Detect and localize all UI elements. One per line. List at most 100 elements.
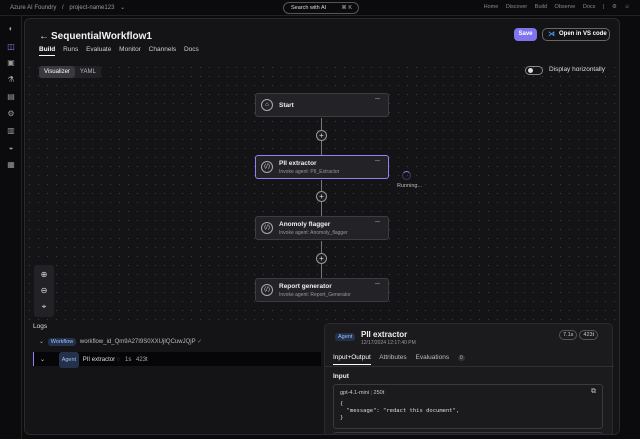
agent-name: PII extractor bbox=[82, 357, 116, 363]
workflow-id: workflow_id_Qm9A27I9S0XXUjIQCuwJQjP bbox=[79, 339, 196, 345]
save-button[interactable]: Save bbox=[514, 28, 537, 41]
lab-icon[interactable]: ⚗ bbox=[6, 75, 16, 84]
data-icon[interactable]: ▤ bbox=[6, 92, 16, 101]
input-code-block: gpt-4.1-mini | 250t ⧉ { "message": "reda… bbox=[333, 384, 603, 429]
page-tabs: Build Runs Evaluate Monitor Channels Doc… bbox=[39, 46, 205, 56]
tab-runs[interactable]: Runs bbox=[63, 46, 78, 53]
node-pii-extractor[interactable]: ⟨/⟩ PII extractor Invoke agent: PII_Extr… bbox=[255, 155, 389, 179]
node-menu-icon[interactable]: ─ bbox=[375, 96, 380, 103]
detail-timestamp: 12/17/2024 12:17:40 PM bbox=[361, 340, 416, 346]
success-check-icon: ✓ bbox=[197, 339, 203, 345]
back-arrow-icon[interactable]: ← bbox=[39, 31, 49, 42]
node-subtitle: Invoke agent: Report_Generator bbox=[279, 292, 351, 298]
open-in-vscode-button[interactable]: ⋊ Open in VS code bbox=[542, 28, 610, 41]
agent-icon: ⟨/⟩ bbox=[261, 161, 273, 173]
running-status: Running... bbox=[397, 183, 423, 189]
model-name: gpt-4.1-mini bbox=[340, 390, 370, 396]
search-label: Search with AI bbox=[291, 5, 327, 11]
evaluations-count-badge: 0 bbox=[457, 355, 465, 361]
node-start[interactable]: ⌂ Start ─ bbox=[255, 93, 389, 117]
nav-observe[interactable]: Observe bbox=[555, 4, 576, 10]
agents-icon[interactable]: ◫ bbox=[6, 42, 16, 51]
tab-input-output[interactable]: Input+Output bbox=[333, 354, 371, 365]
nav-build[interactable]: Build bbox=[535, 4, 547, 10]
vscode-icon: ⋊ bbox=[548, 31, 555, 38]
duration-badge: 7.1s bbox=[559, 330, 578, 340]
agent-duration: 1s bbox=[125, 357, 132, 363]
copy-icon[interactable]: ⧉ bbox=[591, 388, 596, 396]
add-step-button[interactable]: + bbox=[316, 130, 327, 141]
tab-docs[interactable]: Docs bbox=[184, 46, 199, 53]
tools-icon[interactable]: ⚙ bbox=[6, 109, 16, 118]
search-input[interactable]: Search with AI ⌘ K bbox=[283, 2, 359, 14]
tab-attributes[interactable]: Attributes bbox=[379, 354, 406, 361]
node-anomoly-flagger[interactable]: ⟨/⟩ Anomoly flagger Invoke agent: Anomol… bbox=[255, 216, 389, 240]
open-in-vscode-label: Open in VS code bbox=[559, 31, 607, 37]
node-menu-icon[interactable]: ─ bbox=[375, 219, 380, 226]
model-tokens: 250t bbox=[373, 390, 385, 396]
detail-metrics: 7.1s 423t bbox=[557, 330, 599, 340]
breadcrumb-separator: / bbox=[62, 5, 64, 11]
workflow-pill: Workflow bbox=[47, 338, 77, 346]
output-code-block bbox=[333, 432, 603, 434]
overview-icon[interactable]: ◐ bbox=[6, 24, 16, 33]
node-title: Anomoly flagger bbox=[279, 221, 331, 228]
node-title: PII extractor bbox=[279, 160, 317, 167]
logs-title: Logs bbox=[33, 323, 48, 330]
left-rail: ◐ ◫ ▣ ⚗ ▤ ⚙ ▥ ◒ ▦ ⊟ bbox=[0, 16, 22, 439]
add-step-button[interactable]: + bbox=[316, 253, 327, 264]
node-title: Start bbox=[279, 102, 294, 109]
docs-icon[interactable]: ▦ bbox=[6, 160, 16, 169]
agent-log-row[interactable]: ⌄ Agent PII extractor ◌ 1s 423t bbox=[33, 352, 321, 368]
tab-monitor[interactable]: Monitor bbox=[119, 46, 141, 53]
model-label: gpt-4.1-mini | 250t bbox=[340, 390, 385, 396]
chevron-down-icon[interactable]: ⌄ bbox=[39, 339, 44, 345]
divider bbox=[325, 366, 614, 367]
view-switcher: Visualizer YAML bbox=[39, 66, 101, 78]
settings-icon[interactable]: ⚙ bbox=[612, 4, 617, 10]
display-horizontally-toggle[interactable] bbox=[525, 66, 543, 75]
chevron-down-icon[interactable]: ⌄ bbox=[120, 5, 125, 11]
zoom-in-icon[interactable]: ⊕ bbox=[36, 268, 52, 282]
models-icon[interactable]: ▣ bbox=[6, 58, 16, 67]
node-subtitle: Invoke agent: Anomoly_flagger bbox=[279, 230, 348, 236]
chevron-down-icon[interactable]: ⌄ bbox=[40, 357, 45, 363]
search-shortcut: ⌘ K bbox=[341, 5, 352, 11]
monitor-icon[interactable]: ▥ bbox=[6, 126, 16, 135]
breadcrumb-project[interactable]: project-name123 bbox=[69, 5, 114, 11]
tab-build[interactable]: Build bbox=[39, 46, 56, 56]
detail-panel: Agent PII extractor 12/17/2024 12:17:40 … bbox=[324, 323, 614, 434]
home-icon: ⌂ bbox=[261, 99, 273, 111]
logs-panel: Logs ⌄ Workflow workflow_id_Qm9A27I9S0XX… bbox=[25, 321, 619, 434]
workflow-log-row[interactable]: ⌄ Workflow workflow_id_Qm9A27I9S0XXUjIQC… bbox=[39, 338, 202, 346]
detail-title: PII extractor bbox=[361, 330, 408, 339]
node-menu-icon[interactable]: ─ bbox=[375, 158, 380, 165]
top-bar: Azure AI Foundry / project-name123 ⌄ Sea… bbox=[0, 0, 640, 16]
loading-spinner-icon bbox=[402, 171, 411, 180]
node-title: Report generator bbox=[279, 283, 332, 290]
input-code: { "message": "redact this document", } bbox=[340, 401, 460, 421]
agent-pill: Agent bbox=[58, 352, 80, 368]
loading-spinner-icon: ◌ bbox=[116, 357, 121, 363]
tab-channels[interactable]: Channels bbox=[149, 46, 176, 53]
tab-evaluate[interactable]: Evaluate bbox=[86, 46, 111, 53]
breadcrumb-home[interactable]: Azure AI Foundry bbox=[10, 5, 56, 11]
nav-docs[interactable]: Docs bbox=[583, 4, 596, 10]
node-report-generator[interactable]: ⟨/⟩ Report generator Invoke agent: Repor… bbox=[255, 278, 389, 302]
display-horizontally-label: Display horizontally bbox=[549, 66, 605, 73]
workflow-canvas[interactable]: Visualizer YAML Display horizontally ⌂ St… bbox=[25, 63, 619, 321]
tab-evaluations[interactable]: Evaluations 0 bbox=[416, 354, 472, 361]
detail-tabs: Input+Output Attributes Evaluations 0 bbox=[333, 354, 479, 365]
tab-visualizer[interactable]: Visualizer bbox=[39, 66, 75, 78]
avatar[interactable]: ☺ bbox=[624, 4, 630, 10]
fit-view-icon[interactable]: ⌖ bbox=[36, 300, 52, 314]
node-menu-icon[interactable]: ─ bbox=[375, 281, 380, 288]
add-step-button[interactable]: + bbox=[316, 191, 327, 202]
security-icon[interactable]: ◒ bbox=[6, 143, 16, 152]
tab-yaml[interactable]: YAML bbox=[75, 66, 101, 78]
nav-home[interactable]: Home bbox=[484, 4, 499, 10]
main-panel: ← SequentialWorkflow1 Build Runs Evaluat… bbox=[24, 18, 620, 435]
zoom-out-icon[interactable]: ⊖ bbox=[36, 284, 52, 298]
tab-evaluations-label: Evaluations bbox=[415, 354, 450, 361]
nav-discover[interactable]: Discover bbox=[506, 4, 527, 10]
